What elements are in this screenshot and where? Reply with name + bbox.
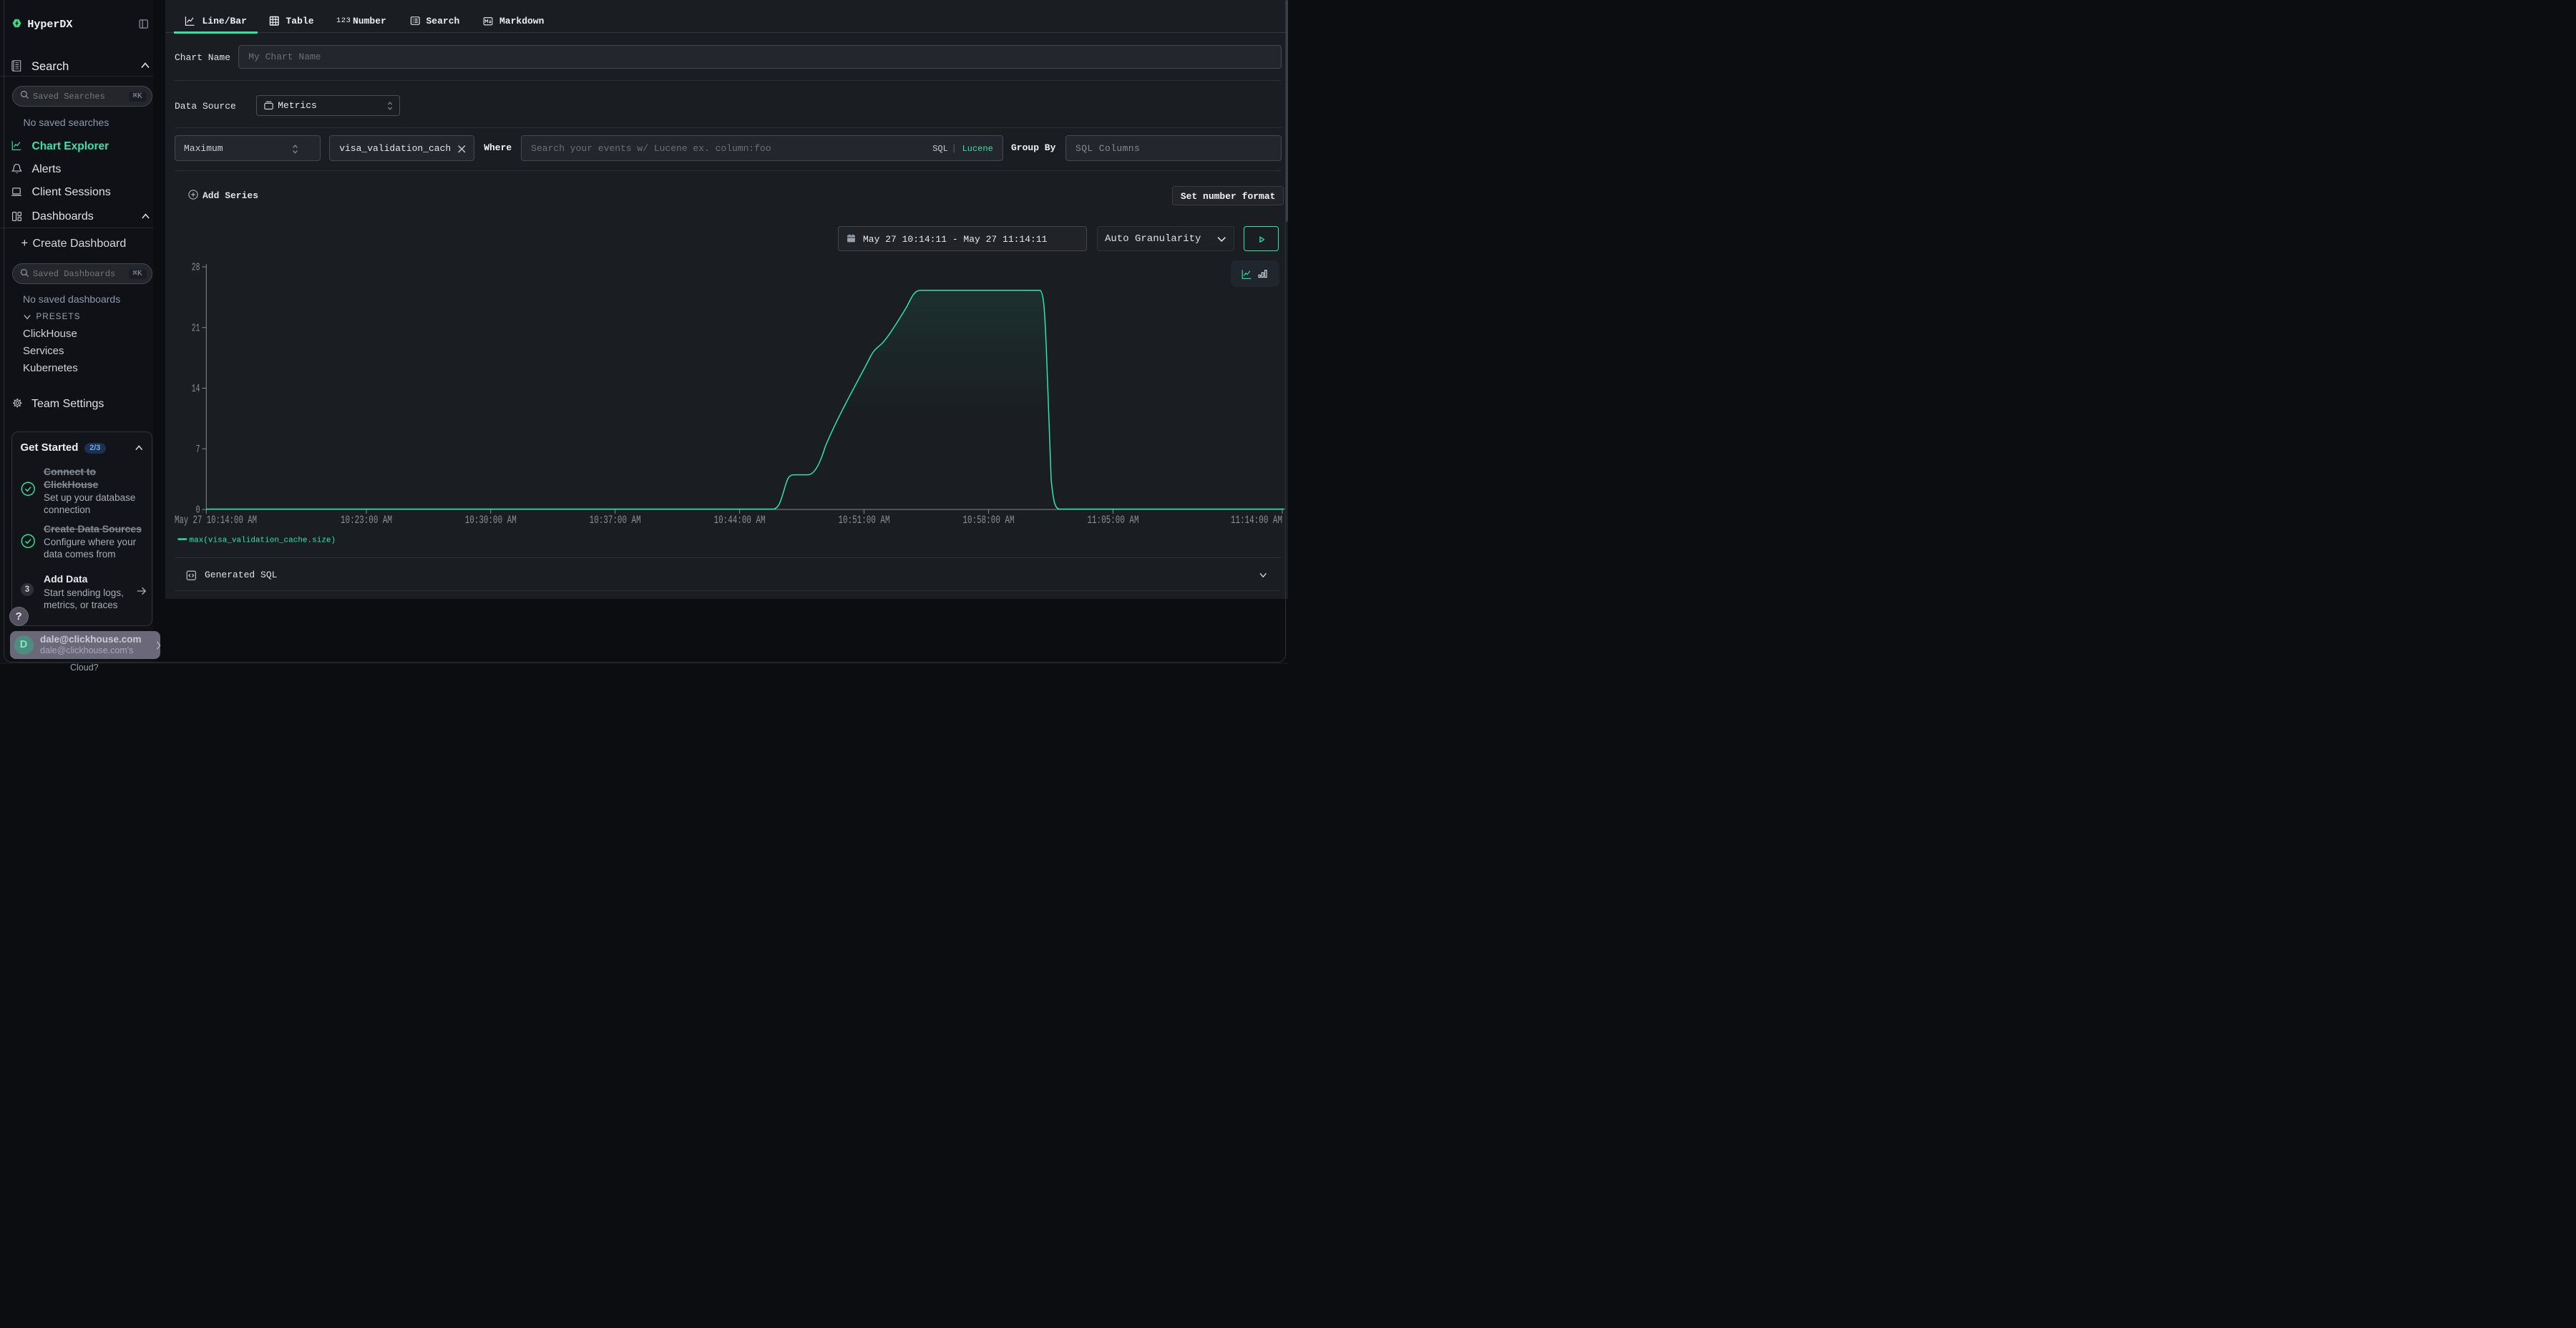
svg-text:10:58:00 AM: 10:58:00 AM [962,514,1014,527]
svg-text:21: 21 [191,323,200,334]
svg-text:10:51:00 AM: 10:51:00 AM [838,514,889,527]
svg-text:10:37:00 AM: 10:37:00 AM [589,514,640,527]
svg-text:May 27 10:14:00 AM: May 27 10:14:00 AM [175,514,257,527]
svg-text:14: 14 [191,384,200,395]
svg-text:10:30:00 AM: 10:30:00 AM [464,514,516,527]
svg-text:11:14:00 AM: 11:14:00 AM [1231,514,1282,527]
svg-text:28: 28 [191,263,200,274]
svg-text:10:44:00 AM: 10:44:00 AM [713,514,765,527]
svg-text:11:05:00 AM: 11:05:00 AM [1087,514,1138,527]
svg-text:7: 7 [195,444,200,456]
svg-text:max(visa_validation_cache.size: max(visa_validation_cache.size) [189,537,336,545]
svg-text:10:23:00 AM: 10:23:00 AM [341,514,392,527]
